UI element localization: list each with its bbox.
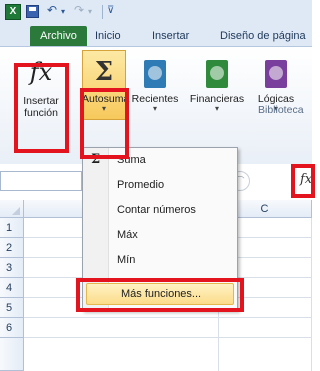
grid-line <box>24 337 312 338</box>
tab-file[interactable]: Archivo <box>30 26 87 46</box>
row-header-3[interactable]: 3 <box>0 258 24 278</box>
recent-functions-button[interactable]: Recientes ▾ <box>127 55 183 113</box>
highlight-insert-function <box>14 63 69 153</box>
redo-icon[interactable]: ↷ <box>74 3 84 17</box>
highlight-autosum <box>80 88 129 159</box>
undo-dropdown-icon[interactable]: ▾ <box>61 7 65 16</box>
name-box[interactable] <box>0 171 82 191</box>
financial-dropdown-icon: ▾ <box>214 104 219 113</box>
tab-insert[interactable]: Insertar <box>152 26 189 46</box>
redo-dropdown-icon[interactable]: ▾ <box>88 7 92 16</box>
row-header-6[interactable]: 6 <box>0 318 24 338</box>
tab-home[interactable]: Inicio <box>95 26 121 46</box>
menu-item-average[interactable]: Promedio <box>117 176 164 194</box>
question-book-icon <box>265 60 287 88</box>
undo-icon[interactable]: ↶ <box>47 3 57 17</box>
row-header-2[interactable]: 2 <box>0 238 24 258</box>
row-header-7[interactable] <box>0 338 24 371</box>
grid-line <box>311 218 312 371</box>
row-header-5[interactable]: 5 <box>0 298 24 318</box>
highlight-formula-fx <box>291 164 315 198</box>
toolbar-separator <box>102 5 103 19</box>
menu-item-count-numbers[interactable]: Contar números <box>117 201 196 219</box>
menu-item-min[interactable]: Mín <box>117 251 135 269</box>
sigma-icon: Σ <box>94 57 114 87</box>
row-header-4[interactable]: 4 <box>0 278 24 298</box>
function-library-group-label: Biblioteca <box>258 104 304 116</box>
save-icon[interactable] <box>26 5 39 18</box>
tab-page-layout[interactable]: Diseño de página <box>220 26 306 46</box>
financial-functions-button[interactable]: Financieras ▾ <box>184 55 250 113</box>
highlight-more-functions <box>76 278 244 312</box>
star-book-icon <box>144 60 166 88</box>
quick-access-toolbar: X ↶ ▾ ↷ ▾ ⊽ <box>0 0 312 24</box>
customize-toolbar-icon[interactable]: ⊽ <box>107 5 114 16</box>
money-book-icon <box>206 60 228 88</box>
select-all-corner[interactable] <box>0 200 24 218</box>
row-header-1[interactable]: 1 <box>0 218 24 238</box>
grid-line <box>24 317 312 318</box>
ribbon-tabs: Archivo Inicio Insertar Diseño de página <box>0 24 312 46</box>
menu-item-max[interactable]: Máx <box>117 226 138 244</box>
excel-logo-icon[interactable]: X <box>5 4 21 20</box>
recent-dropdown-icon: ▾ <box>152 104 157 113</box>
